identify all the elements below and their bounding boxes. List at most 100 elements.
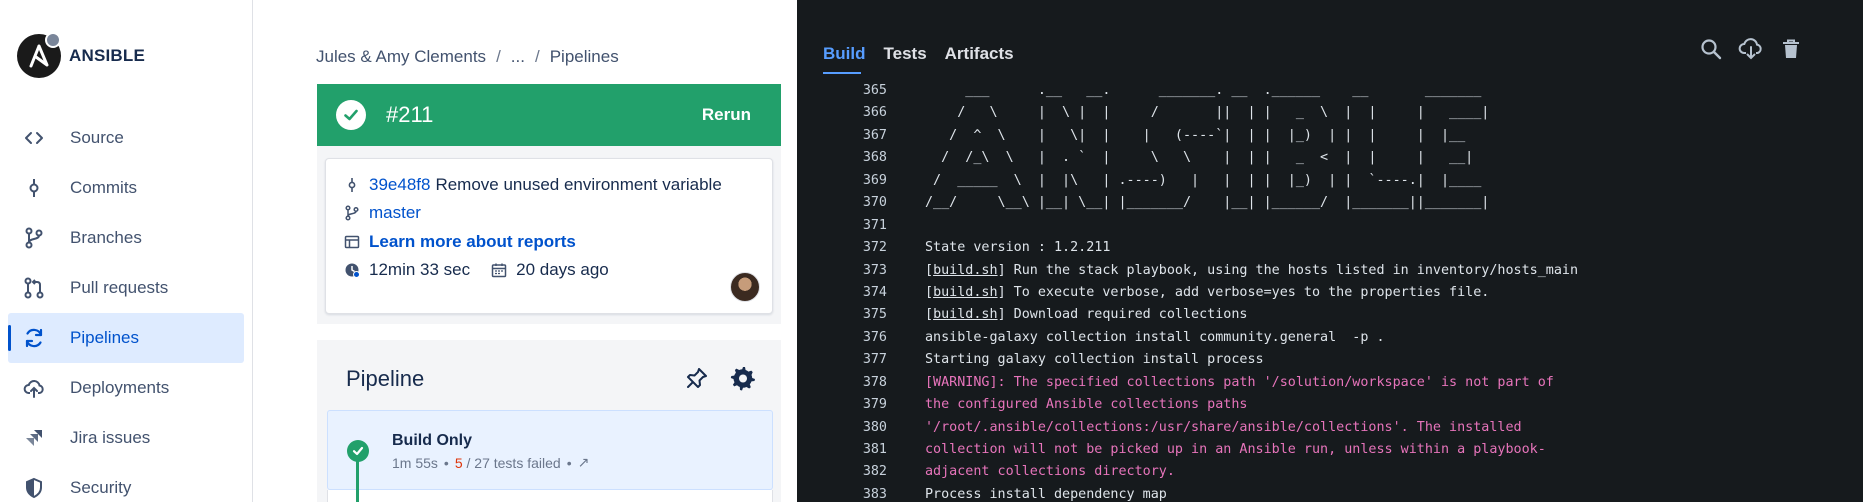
commit-hash-link[interactable]: 39e48f8: [369, 175, 430, 195]
build-sh-link[interactable]: build.sh: [933, 263, 998, 278]
line-text: Starting galaxy collection install proce…: [925, 352, 1264, 368]
run-date: 20 days ago: [516, 260, 609, 279]
tab-artifacts[interactable]: Artifacts: [945, 44, 1014, 64]
sidebar-item-deployments[interactable]: Deployments: [8, 363, 244, 413]
warning-text: the configured Ansible collections paths: [925, 397, 1248, 413]
pull-request-icon: [22, 276, 46, 300]
line-text: / /_\ \ | . ` | \ \ | | | _ < | | | __|: [925, 150, 1490, 166]
sidebar-item-pull-requests[interactable]: Pull requests: [8, 263, 244, 313]
log-line: 372 State version : 1.2.211: [797, 237, 1863, 259]
log-line: 375 [build.sh] Download required collecti…: [797, 304, 1863, 326]
build-sh-link[interactable]: build.sh: [933, 285, 998, 300]
run-duration: 12min 33 sec: [369, 260, 471, 279]
sidebar-item-security[interactable]: Security: [8, 463, 244, 502]
line-number: 368: [862, 150, 887, 166]
pipeline-title: Pipeline: [346, 366, 425, 391]
sidebar-item-label: Jira issues: [70, 428, 151, 447]
reports-icon: [343, 233, 361, 251]
lock-icon: [45, 32, 61, 48]
build-log-panel: Build Tests Artifacts 365 ___ .__ __. __…: [797, 0, 1863, 502]
tab-tests[interactable]: Tests: [884, 44, 927, 64]
build-sh-link[interactable]: build.sh: [933, 307, 998, 322]
branch-icon: [22, 226, 46, 250]
line-text: / ^ \ | \| | | (----`| | | |_) | | | | |…: [925, 127, 1490, 143]
line-number: 376: [862, 329, 887, 345]
line-number: 379: [862, 397, 887, 413]
bracket: [: [925, 307, 934, 323]
commit-icon: [343, 176, 361, 194]
tab-build[interactable]: Build: [823, 44, 866, 64]
meta-separator: •: [443, 454, 449, 471]
commit-message: Remove unused environment variable: [435, 175, 722, 194]
sidebar-item-label: Branches: [70, 228, 142, 247]
sidebar-item-source[interactable]: Source: [8, 113, 244, 163]
line-number: 380: [862, 419, 887, 435]
sidebar-item-label: Source: [70, 128, 124, 147]
warning-text: collection will not be picked up in an A…: [925, 442, 1546, 457]
meta-row: 12min 33 sec 20 days ago: [343, 260, 609, 280]
line-text: [build.sh] Run the stack playbook, using…: [925, 260, 1578, 282]
line-text: ansible-galaxy collection install commun…: [925, 329, 1385, 345]
run-status-header: #211 Rerun: [317, 84, 781, 146]
gear-icon[interactable]: [730, 365, 756, 391]
bracket: [: [925, 284, 934, 300]
line-number: 372: [862, 240, 887, 256]
pipeline-step-card[interactable]: [327, 410, 773, 490]
log-line: 379 the configured Ansible collections pa…: [797, 394, 1863, 416]
line-number: 378: [862, 374, 887, 390]
sidebar-item-label: Pull requests: [70, 278, 169, 297]
step-connector-line: [356, 458, 359, 502]
success-check-icon: [336, 100, 366, 130]
search-icon[interactable]: [1698, 36, 1724, 62]
commit-icon: [22, 176, 46, 200]
line-text: / _____ \ | |\ | .----) | | | | |_) | | …: [925, 172, 1490, 188]
line-number: 375: [862, 307, 887, 323]
learn-more-reports-link[interactable]: Learn more about reports: [369, 232, 576, 252]
line-text: /__/ \__\ |__| \__| |_______/ |__| |____…: [925, 195, 1490, 211]
rerun-button[interactable]: Rerun: [702, 105, 751, 125]
line-text: [build.sh] To execute verbose, add verbo…: [925, 282, 1489, 304]
warning-text: adjacent collections directory.: [925, 464, 1175, 480]
calendar-icon: [490, 261, 508, 279]
sidebar-item-label: Deployments: [70, 378, 170, 397]
bracket: [: [925, 262, 934, 278]
line-message: ] Run the stack playbook, using the host…: [997, 262, 1579, 278]
log-line: 365 ___ .__ __. _______. __ .______ __ _…: [797, 80, 1863, 102]
line-text: State version : 1.2.211: [925, 240, 1111, 256]
line-number: 383: [862, 486, 887, 502]
breadcrumb-workspace[interactable]: Jules & Amy Clements: [316, 47, 486, 67]
avatar[interactable]: [730, 272, 760, 302]
run-number: #211: [386, 102, 434, 127]
log-line: 382 adjacent collections directory.: [797, 461, 1863, 483]
line-number: 374: [862, 284, 887, 300]
log-line: 367 / ^ \ | \| | | (----`| | | |_) | | |…: [797, 125, 1863, 147]
step-name[interactable]: Build Only: [392, 432, 472, 450]
sidebar-item-jira-issues[interactable]: Jira issues: [8, 413, 244, 463]
breadcrumb-current[interactable]: Pipelines: [550, 47, 619, 67]
log-tabs: Build Tests Artifacts: [823, 44, 1014, 64]
branch-link[interactable]: master: [369, 203, 421, 223]
log-actions: [1698, 36, 1804, 62]
sidebar-item-commits[interactable]: Commits: [8, 163, 244, 213]
line-number: 366: [862, 105, 887, 121]
delete-icon[interactable]: [1778, 36, 1804, 62]
sidebar: ANSIBLE Source Commits Branches Pull req…: [0, 0, 252, 502]
line-text: ___ .__ __. _______. __ .______ __ _____…: [925, 83, 1490, 98]
failed-test-count: 5: [454, 454, 463, 471]
warning-text: [WARNING]: The specified collections pat…: [925, 374, 1554, 390]
download-icon[interactable]: [1738, 36, 1764, 62]
log-line: 383 Process install dependency map: [797, 484, 1863, 502]
clock-icon: [343, 261, 361, 279]
breadcrumb-ellipsis[interactable]: ...: [511, 47, 525, 67]
log-line: 368 / /_\ \ | . ` | \ \ | | | _ < | | | …: [797, 147, 1863, 169]
pipelines-icon: [22, 326, 46, 350]
sidebar-item-pipelines[interactable]: Pipelines: [8, 313, 244, 363]
line-number: 367: [862, 127, 887, 143]
step-success-icon: [347, 440, 369, 462]
log-line: 366 / \ | \ | | / || | | _ \ | | | ____|: [797, 102, 1863, 124]
sidebar-item-branches[interactable]: Branches: [8, 213, 244, 263]
pin-icon[interactable]: [685, 366, 709, 390]
external-link-icon[interactable]: ↗: [578, 454, 590, 471]
workspace-brand[interactable]: ANSIBLE: [17, 32, 145, 78]
jira-icon: [22, 426, 46, 450]
